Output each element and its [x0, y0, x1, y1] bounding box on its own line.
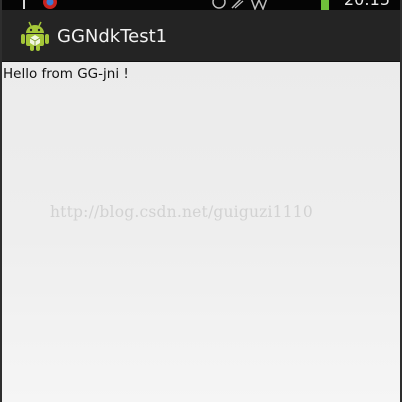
status-time: 20:15 — [344, 0, 390, 9]
notification-icon — [18, 0, 30, 10]
android-launcher-icon[interactable] — [20, 20, 50, 52]
alarm-icon — [212, 0, 226, 10]
wifi-icon — [250, 0, 268, 10]
app-notification-icon — [42, 0, 58, 10]
screen-edge-left — [0, 0, 2, 402]
hello-text: Hello from GG-jni ! — [3, 66, 129, 82]
action-bar: GGNdkTest1 — [2, 10, 400, 62]
android-screen: 20:15 GGNdkTest1 Hello from GG-jni ! htt… — [0, 0, 402, 402]
status-bar: 20:15 — [2, 0, 400, 10]
main-content: Hello from GG-jni ! http://blog.csdn.net… — [2, 62, 400, 402]
battery-charging-icon — [320, 0, 330, 10]
watermark-text: http://blog.csdn.net/guiguzi1110 — [50, 203, 313, 221]
vibrate-icon — [230, 0, 244, 10]
app-title: GGNdkTest1 — [57, 26, 168, 47]
